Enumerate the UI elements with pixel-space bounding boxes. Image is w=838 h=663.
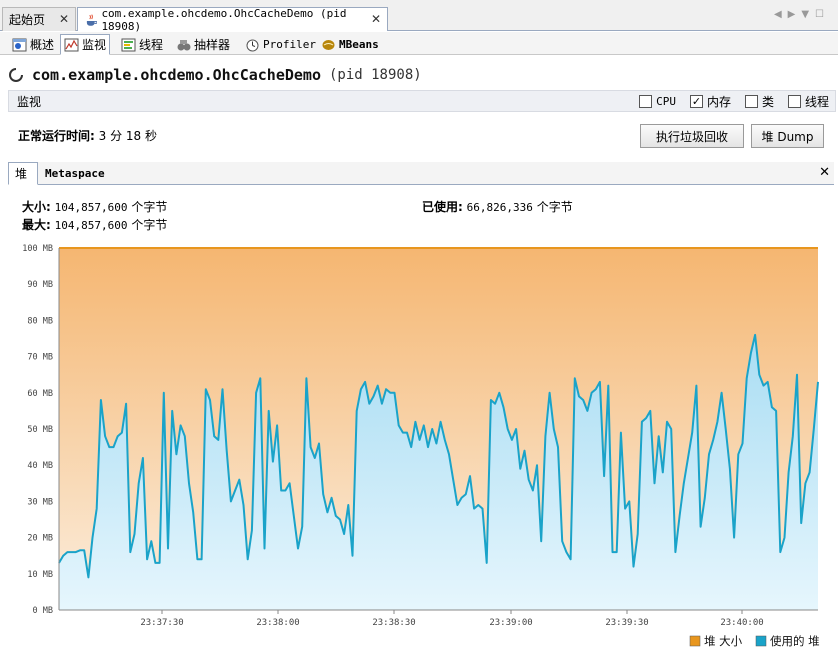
tab-monitor[interactable]: 监视 <box>60 34 111 55</box>
overview-icon <box>12 38 27 51</box>
y-tick-label: 70 MB <box>27 353 53 363</box>
y-tick-label: 10 MB <box>27 570 53 580</box>
close-icon[interactable]: ✕ <box>371 12 381 26</box>
y-tick-label: 0 MB <box>33 606 53 616</box>
mbeans-icon <box>322 39 335 50</box>
checkbox-unchecked[interactable] <box>787 95 801 108</box>
tab-start-page-label: 起始页 <box>9 13 46 27</box>
document-tab-bar: 起始页 ✕ com.example.ohcdemo.OhcCacheDemo (… <box>0 0 838 33</box>
tab-monitor-label: 监视 <box>82 38 107 52</box>
legend-label: 使用的 堆 <box>770 634 820 648</box>
tab-start-page[interactable]: 起始页 ✕ <box>2 7 76 31</box>
x-tick-label: 23:38:30 <box>372 618 415 628</box>
monitor-icon <box>64 38 79 51</box>
tab-threads-label: 线程 <box>139 38 164 52</box>
heap-max-label: 最大: <box>22 218 51 232</box>
tab-navigation-arrows[interactable]: ◀▶▼☐ <box>774 9 830 20</box>
x-tick-label: 23:39:00 <box>489 618 532 628</box>
checkbox-unchecked[interactable] <box>639 95 653 108</box>
close-icon[interactable]: ✕ <box>59 12 69 26</box>
heap-used-value: 66,826,336 <box>466 201 533 214</box>
profiler-icon <box>246 39 259 51</box>
legend-label: 堆 大小 <box>704 634 743 648</box>
checkbox-checked[interactable]: ✓ <box>689 95 703 108</box>
monitor-checkboxes: CPU ✓ 内存 类 线程 <box>639 93 829 110</box>
checkbox-threads[interactable]: 线程 <box>787 93 829 110</box>
perform-gc-button[interactable]: 执行垃圾回收 <box>640 124 744 148</box>
checkbox-memory[interactable]: ✓ 内存 <box>689 93 731 110</box>
x-tick-label: 23:37:30 <box>140 618 183 628</box>
y-tick-label: 50 MB <box>27 425 53 435</box>
monitor-label: 监视 <box>17 94 42 109</box>
tab-profiler[interactable]: Profiler <box>241 34 320 55</box>
loading-spinner-icon <box>9 68 23 82</box>
heap-max-unit: 个字节 <box>131 218 168 232</box>
legend-swatch <box>755 635 767 647</box>
y-tick-label: 90 MB <box>27 280 53 290</box>
checkbox-classes-label: 类 <box>761 95 774 109</box>
y-tick-label: 60 MB <box>27 389 53 399</box>
sampler-icon <box>177 39 191 50</box>
legend-swatch <box>689 635 701 647</box>
tab-mbeans-label: MBeans <box>339 38 379 51</box>
uptime: 正常运行时间: 3 分 18 秒 <box>18 127 157 144</box>
tab-metaspace[interactable]: Metaspace <box>39 162 111 185</box>
tab-application[interactable]: com.example.ohcdemo.OhcCacheDemo (pid 18… <box>77 6 388 33</box>
uptime-label: 正常运行时间: <box>18 129 95 143</box>
y-tick-label: 40 MB <box>27 461 53 471</box>
checkbox-threads-label: 线程 <box>804 95 829 109</box>
heap-used-unit: 个字节 <box>536 200 573 214</box>
tab-sampler-label: 抽样器 <box>194 38 231 52</box>
y-tick-label: 30 MB <box>27 497 53 507</box>
heap-size-value: 104,857,600 <box>54 201 128 214</box>
tab-application-label: com.example.ohcdemo.OhcCacheDemo (pid 18… <box>101 6 347 33</box>
checkbox-cpu-label: CPU <box>656 95 676 108</box>
y-tick-label: 80 MB <box>27 316 53 326</box>
tab-threads[interactable]: 线程 <box>117 34 167 55</box>
checkbox-classes[interactable]: 类 <box>744 93 774 110</box>
tab-overview[interactable]: 概述 <box>8 34 58 55</box>
tab-mbeans[interactable]: MBeans <box>317 34 383 55</box>
heap-max-stat: 最大: 104,857,600 个字节 <box>22 216 167 233</box>
y-tick-label: 20 MB <box>27 534 53 544</box>
view-tab-bar: 概述 监视 线程 抽样器 Profiler MBeans <box>0 32 838 55</box>
heap-used-stat: 已使用: 66,826,336 个字节 <box>422 198 573 215</box>
x-tick-label: 23:40:00 <box>720 618 763 628</box>
y-tick-label: 100 MB <box>22 244 53 254</box>
tab-sampler[interactable]: 抽样器 <box>172 34 234 55</box>
heap-max-value: 104,857,600 <box>54 219 128 232</box>
threads-icon <box>121 38 136 51</box>
java-app-icon <box>86 13 98 26</box>
tab-profiler-label: Profiler <box>263 38 316 51</box>
heap-used-label: 已使用: <box>422 200 463 214</box>
heap-dump-button[interactable]: 堆 Dump <box>751 124 824 148</box>
x-tick-label: 23:38:00 <box>256 618 299 628</box>
uptime-value: 3 分 18 秒 <box>98 129 157 143</box>
tab-overview-label: 概述 <box>30 38 55 52</box>
application-pid: (pid 18908) <box>328 67 422 83</box>
monitor-section-header: 监视 CPU ✓ 内存 类 线程 <box>8 90 836 112</box>
heap-size-label: 大小: <box>22 200 51 214</box>
tab-heap[interactable]: 堆 <box>8 162 38 185</box>
heap-chart: 0 MB 10 MB 20 MB 30 MB 40 MB 50 MB 60 MB 70 MB 8… <box>8 236 834 663</box>
application-name: com.example.ohcdemo.OhcCacheDemo <box>32 66 321 84</box>
memory-tab-bar: 堆 Metaspace ✕ <box>8 162 834 185</box>
checkbox-memory-label: 内存 <box>706 95 731 109</box>
x-tick-label: 23:39:30 <box>605 618 648 628</box>
checkbox-cpu[interactable]: CPU <box>639 95 676 108</box>
checkbox-unchecked[interactable] <box>744 95 758 108</box>
close-icon[interactable]: ✕ <box>819 165 830 180</box>
page-title: com.example.ohcdemo.OhcCacheDemo (pid 18… <box>8 64 422 86</box>
heap-size-unit: 个字节 <box>131 200 168 214</box>
heap-chart-svg: 0 MB 10 MB 20 MB 30 MB 40 MB 50 MB 60 MB 70 MB 8… <box>22 244 820 648</box>
heap-size-stat: 大小: 104,857,600 个字节 <box>22 198 167 215</box>
